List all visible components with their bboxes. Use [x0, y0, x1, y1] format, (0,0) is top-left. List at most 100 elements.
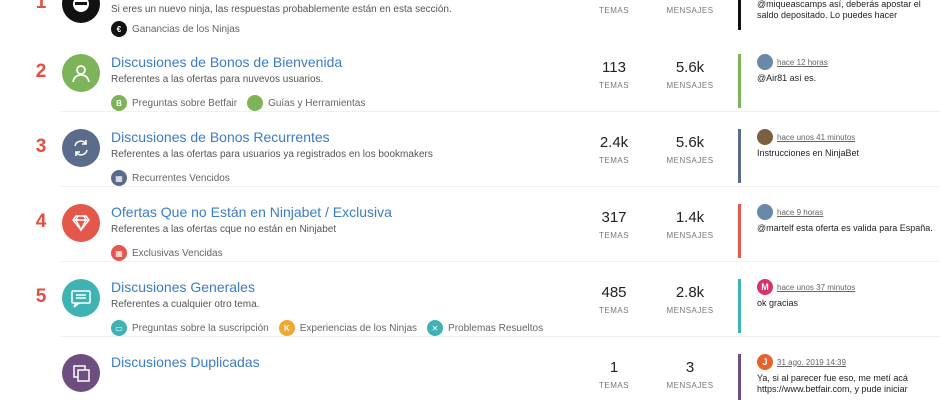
latest-post-time[interactable]: hace 12 horas — [777, 58, 828, 67]
category-description: Si eres un nuevo ninja, las respuestas p… — [111, 4, 452, 15]
latest-post[interactable]: hace 9 horas @martelf esta oferta es val… — [738, 204, 940, 258]
topics-label: TEMAS — [598, 156, 630, 165]
posts-stat: 1.4k MENSAJES — [660, 209, 720, 240]
calendar-icon: ▦ — [111, 245, 127, 261]
latest-post-time[interactable]: hace 9 horas — [777, 208, 823, 217]
subcategory-list: € Ganancias de los Ninjas — [111, 21, 240, 37]
chat-icon[interactable] — [62, 279, 100, 317]
latest-post-time[interactable]: hace unos 37 minutos — [777, 283, 855, 292]
subcategory-list: ▦ Exclusivas Vencidas — [111, 245, 223, 261]
latest-post[interactable]: hace unos 41 minutos Instrucciones en Ni… — [738, 129, 940, 183]
avatar[interactable] — [757, 54, 773, 70]
category-description: Referentes a las ofertas para nuvevos us… — [111, 74, 324, 85]
subcategory-link[interactable]: ✕ Problemas Resueltos — [427, 320, 543, 336]
category-row-1: 1 Si eres un nuevo ninja, las respuestas… — [0, 0, 940, 37]
subcategory-link[interactable]: ▦ Exclusivas Vencidas — [111, 245, 223, 261]
subcategory-link[interactable]: K Experiencias de los Ninjas — [278, 320, 418, 336]
diamond-icon[interactable] — [62, 204, 100, 242]
user-icon[interactable] — [62, 54, 100, 92]
category-title-link[interactable]: Discusiones Generales — [111, 279, 255, 295]
topics-label: TEMAS — [598, 381, 630, 390]
latest-post[interactable]: @miqueascamps así, deberás apostar el sa… — [738, 0, 940, 30]
category-title-link[interactable]: Discusiones de Bonos de Bienvenida — [111, 54, 342, 70]
posts-stat: MENSAJES — [660, 6, 720, 15]
posts-label: MENSAJES — [666, 6, 714, 15]
category-row-4: 4 Ofertas Que no Están en Ninjabet / Exc… — [0, 187, 940, 262]
category-description: Referentes a las ofertas para usuarios y… — [111, 149, 433, 160]
latest-post-meta: hace unos 41 minutos — [757, 129, 940, 145]
subcategory-link[interactable]: € Ganancias de los Ninjas — [111, 21, 240, 37]
category-row-5: 5 Discusiones Generales Referentes a cua… — [0, 262, 940, 337]
category-title-link[interactable]: Ofertas Que no Están en Ninjabet / Exclu… — [111, 204, 392, 220]
category-rank: 1 — [35, 0, 47, 13]
category-rank: 5 — [35, 286, 47, 307]
posts-stat: 3 MENSAJES — [660, 359, 720, 390]
subcategory-link[interactable]: B Preguntas sobre Betfair — [111, 95, 237, 111]
topics-stat: 113 TEMAS — [584, 59, 644, 90]
topics-count: 317 — [601, 209, 627, 226]
x-icon: ✕ — [427, 320, 444, 336]
topics-stat: 317 TEMAS — [584, 209, 644, 240]
latest-post-text: @miqueascamps así, deberás apostar el sa… — [757, 0, 921, 20]
latest-post-text: ok gracias — [757, 298, 799, 308]
latest-post[interactable]: J 31 ago. 2019 14:39 Ya, si al parecer f… — [738, 354, 940, 400]
subcategory-link[interactable]: Guías y Herramientas — [247, 95, 365, 111]
category-rank: 4 — [35, 211, 47, 232]
subcategory-label: Exclusivas Vencidas — [132, 247, 223, 259]
topics-label: TEMAS — [598, 6, 630, 15]
calendar-icon: ▦ — [111, 170, 127, 186]
posts-label: MENSAJES — [666, 156, 714, 165]
posts-count: 1.4k — [675, 209, 705, 226]
topics-stat: 2.4k TEMAS — [584, 134, 644, 165]
subcategory-label: Guías y Herramientas — [268, 97, 366, 109]
category-title-link[interactable]: Discusiones Duplicadas — [111, 354, 260, 370]
refresh-icon[interactable] — [62, 129, 100, 167]
avatar[interactable]: M — [757, 279, 773, 295]
topics-count: 113 — [602, 59, 626, 76]
subcategory-list: ▦ Recurrentes Vencidos — [111, 170, 230, 186]
category-description: Referentes a cualquier otro tema. — [111, 299, 260, 310]
latest-post-time[interactable]: 31 ago. 2019 14:39 — [777, 358, 846, 367]
posts-label: MENSAJES — [666, 81, 714, 90]
subcategory-label: Problemas Resueltos — [448, 322, 544, 334]
category-description: Referentes a las ofertas cque no están e… — [111, 224, 337, 235]
category-row-2: 2 Discusiones de Bonos de Bienvenida Ref… — [0, 37, 940, 112]
latest-post-text: @Air81 así es. — [757, 73, 817, 83]
subcategory-label: Experiencias de los Ninjas — [299, 322, 418, 334]
topics-label: TEMAS — [598, 306, 630, 315]
avatar[interactable] — [757, 129, 773, 145]
topics-count: 2.4k — [599, 134, 629, 151]
topics-label: TEMAS — [598, 231, 630, 240]
topics-stat: 1 TEMAS — [584, 359, 644, 390]
subcategory-link[interactable]: ▭ Preguntas sobre la suscripción — [111, 320, 269, 336]
category-title-link[interactable]: Discusiones de Bonos Recurrentes — [111, 129, 330, 145]
topics-stat: TEMAS — [584, 6, 644, 15]
topics-label: TEMAS — [598, 81, 630, 90]
subcategory-label: Preguntas sobre la suscripción — [132, 322, 269, 334]
euro-icon: € — [111, 21, 127, 37]
topics-count: 1 — [609, 359, 619, 376]
subcategory-link[interactable]: ▦ Recurrentes Vencidos — [111, 170, 230, 186]
topics-stat: 485 TEMAS — [584, 284, 644, 315]
posts-count: 2.8k — [675, 284, 705, 301]
latest-post-meta: M hace unos 37 minutos — [757, 279, 940, 295]
category-rank: 2 — [35, 61, 47, 82]
k-icon: K — [278, 320, 295, 336]
latest-post-meta: hace 9 horas — [757, 204, 940, 220]
category-row-6: Discusiones Duplicadas 1 TEMAS 3 MENSAJE… — [0, 337, 940, 400]
ninja-icon[interactable] — [62, 0, 100, 23]
latest-post-meta: J 31 ago. 2019 14:39 — [757, 354, 940, 370]
subcategory-list: B Preguntas sobre Betfair Guías y Herram… — [111, 95, 365, 111]
latest-post[interactable]: hace 12 horas @Air81 así es. — [738, 54, 940, 108]
latest-post-time[interactable]: hace unos 41 minutos — [777, 133, 855, 142]
posts-label: MENSAJES — [666, 381, 714, 390]
subcategory-list: ▭ Preguntas sobre la suscripción K Exper… — [111, 320, 543, 336]
avatar[interactable]: J — [757, 354, 773, 370]
copy-icon[interactable] — [62, 354, 100, 392]
b-icon: B — [111, 95, 127, 111]
latest-post[interactable]: M hace unos 37 minutos ok gracias — [738, 279, 940, 333]
latest-post-text: Ya, si al parecer fue eso, me metí acá h… — [757, 373, 908, 394]
posts-stat: 5.6k MENSAJES — [660, 134, 720, 165]
posts-count: 5.6k — [675, 134, 705, 151]
avatar[interactable] — [757, 204, 773, 220]
